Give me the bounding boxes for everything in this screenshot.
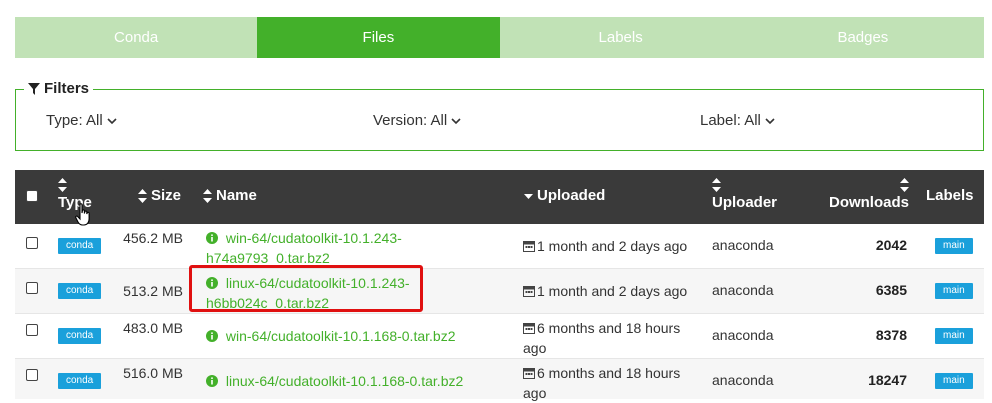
header-downloads[interactable]: Downloads: [823, 178, 909, 211]
hand-cursor-icon: [75, 203, 90, 226]
table-row: conda 513.2 MB linux-64/cudatoolkit-10.1…: [15, 269, 984, 314]
file-link[interactable]: win-64/cudatoolkit-10.1.168-0.tar.bz2: [206, 326, 506, 346]
info-icon: [206, 277, 218, 289]
file-size: 513.2 MB: [123, 283, 183, 299]
type-badge: conda: [58, 283, 102, 299]
table-header: Type Size Name Uploaded Uploader Downloa…: [15, 170, 984, 224]
file-name: win-64/cudatoolkit-10.1.168-0.tar.bz2: [225, 328, 456, 344]
file-size: 456.2 MB: [123, 230, 183, 246]
tab-conda[interactable]: Conda: [15, 17, 258, 58]
uploader: anaconda: [712, 282, 774, 298]
info-icon: [206, 375, 218, 387]
downloads-count: 2042: [875, 237, 907, 253]
tab-files[interactable]: Files: [257, 17, 500, 58]
label-badge[interactable]: main: [935, 238, 973, 254]
uploader: anaconda: [712, 237, 774, 253]
header-uploaded[interactable]: Uploaded: [524, 187, 605, 204]
sort-desc-icon: [524, 193, 533, 199]
file-link[interactable]: linux-64/cudatoolkit-10.1.168-0.tar.bz2: [206, 371, 506, 391]
type-filter-label: Type: All: [46, 112, 103, 129]
calendar-icon: [523, 286, 535, 297]
files-table: Type Size Name Uploaded Uploader Downloa…: [15, 170, 984, 401]
downloads-count: 8378: [875, 327, 907, 343]
header-name-label: Name: [216, 187, 257, 204]
sort-icon: [712, 178, 721, 192]
row-checkbox[interactable]: [26, 369, 38, 381]
uploader: anaconda: [712, 327, 774, 343]
file-link[interactable]: win-64/cudatoolkit-10.1.243-h74a9793_0.t…: [206, 228, 421, 268]
version-filter-label: Version: All: [373, 112, 448, 129]
uploaded-date: 6 months and 18 hours ago: [523, 363, 703, 403]
table-row: conda 456.2 MB win-64/cudatoolkit-10.1.2…: [15, 224, 984, 269]
file-name: linux-64/cudatoolkit-10.1.168-0.tar.bz2: [225, 373, 464, 389]
calendar-icon: [523, 323, 535, 334]
chevron-down-icon: [107, 117, 117, 124]
version-filter-dropdown[interactable]: Version: All: [373, 112, 461, 129]
chevron-down-icon: [451, 117, 461, 124]
uploader: anaconda: [712, 372, 774, 388]
file-link[interactable]: linux-64/cudatoolkit-10.1.243-h6bb024c_0…: [206, 273, 421, 313]
tab-labels[interactable]: Labels: [499, 17, 742, 58]
row-checkbox[interactable]: [26, 282, 38, 294]
header-size-label: Size: [151, 187, 182, 204]
file-name: win-64/cudatoolkit-10.1.243-h74a9793_0.t…: [206, 230, 402, 266]
label-filter-label: Label: All: [700, 112, 761, 129]
sort-icon: [203, 188, 212, 203]
table-row: conda 483.0 MB win-64/cudatoolkit-10.1.1…: [15, 314, 984, 359]
filters-label: Filters: [44, 80, 90, 97]
file-size: 516.0 MB: [123, 365, 183, 381]
row-checkbox[interactable]: [26, 324, 38, 336]
info-icon: [206, 330, 218, 342]
header-uploader-label: Uploader: [712, 194, 778, 211]
sort-icon: [58, 178, 67, 192]
label-filter-dropdown[interactable]: Label: All: [700, 112, 775, 129]
downloads-count: 18247: [868, 372, 907, 388]
sort-icon: [138, 188, 147, 203]
file-size: 483.0 MB: [123, 320, 183, 336]
table-row: conda 516.0 MB linux-64/cudatoolkit-10.1…: [15, 359, 984, 401]
uploaded-text: 1 month and 2 days ago: [537, 238, 688, 254]
header-uploader[interactable]: Uploader: [712, 178, 777, 211]
type-filter-dropdown[interactable]: Type: All: [46, 112, 117, 129]
downloads-count: 6385: [875, 282, 907, 298]
calendar-icon: [523, 368, 535, 379]
type-badge: conda: [58, 373, 102, 389]
chevron-down-icon: [765, 117, 775, 124]
select-all-checkbox[interactable]: [26, 190, 38, 202]
row-checkbox[interactable]: [26, 237, 38, 249]
header-labels-label: Labels: [926, 187, 974, 204]
uploaded-date: 1 month and 2 days ago: [523, 281, 703, 301]
uploaded-date: 1 month and 2 days ago: [523, 236, 703, 256]
info-icon: [206, 232, 218, 244]
header-name[interactable]: Name: [203, 187, 257, 204]
type-badge: conda: [58, 238, 102, 254]
label-badge[interactable]: main: [935, 283, 973, 299]
tab-bar: Conda Files Labels Badges: [15, 17, 984, 58]
file-name: linux-64/cudatoolkit-10.1.243-h6bb024c_0…: [206, 275, 410, 311]
header-downloads-label: Downloads: [828, 194, 909, 211]
uploaded-text: 1 month and 2 days ago: [537, 283, 688, 299]
header-labels: Labels: [926, 187, 974, 204]
uploaded-date: 6 months and 18 hours ago: [523, 318, 703, 358]
filters-title: Filters: [24, 80, 94, 97]
header-size[interactable]: Size: [138, 187, 181, 204]
type-badge: conda: [58, 328, 102, 344]
label-badge[interactable]: main: [935, 328, 973, 344]
header-uploaded-label: Uploaded: [537, 187, 606, 204]
calendar-icon: [523, 241, 535, 252]
funnel-icon: [28, 82, 40, 95]
sort-icon: [900, 178, 909, 192]
uploaded-text: 6 months and 18 hours ago: [523, 320, 681, 356]
tab-badges[interactable]: Badges: [741, 17, 984, 58]
filters-panel: Filters Type: All Version: All Label: Al…: [15, 80, 984, 151]
label-badge[interactable]: main: [935, 373, 973, 389]
